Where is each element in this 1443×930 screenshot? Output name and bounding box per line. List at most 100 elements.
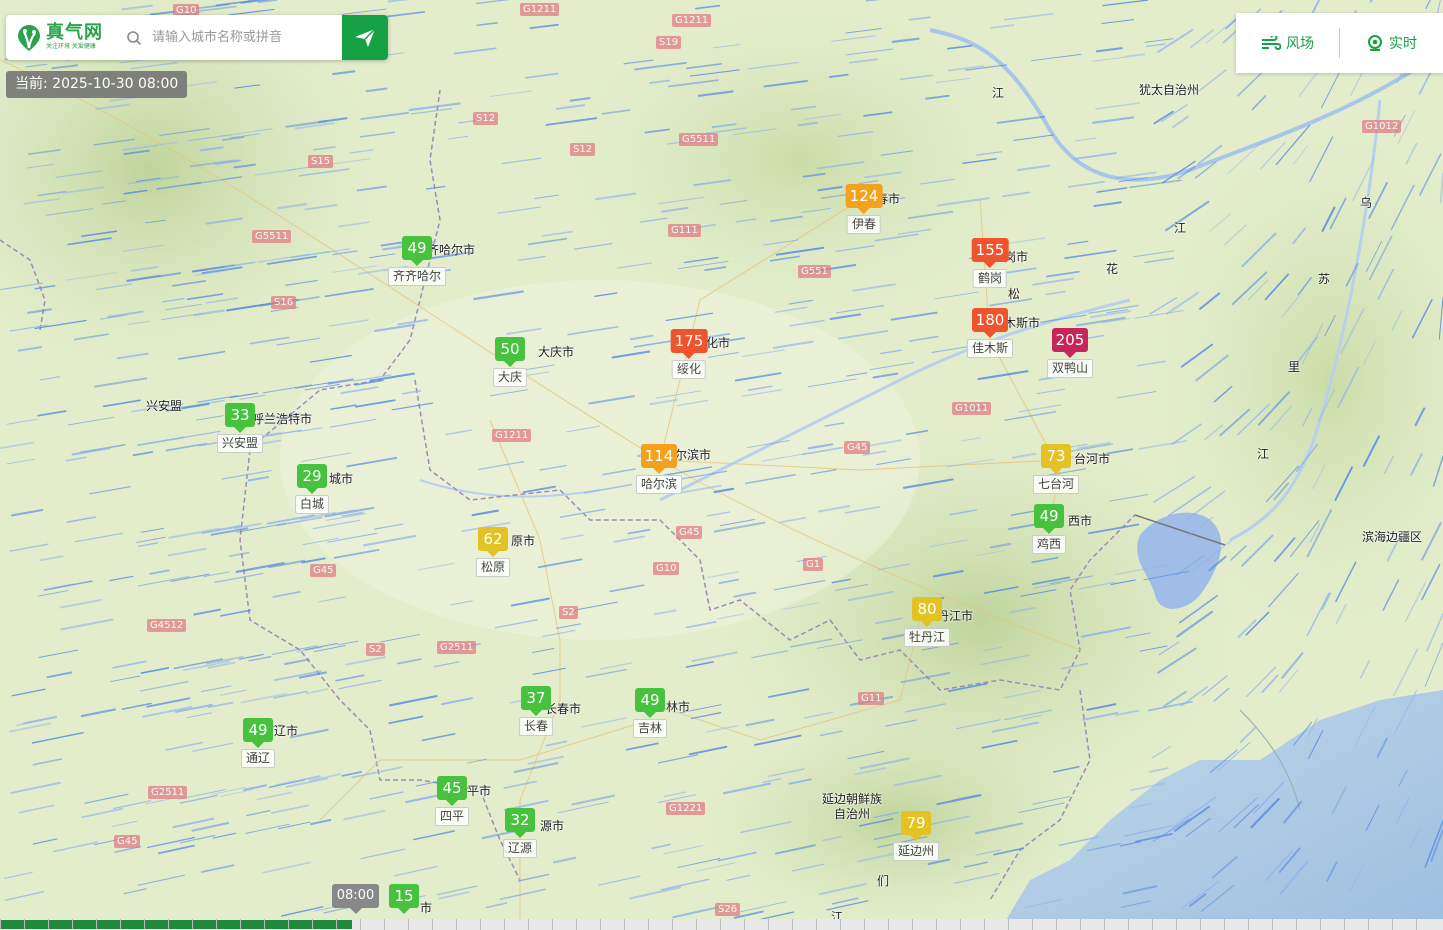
- road-shield: G1221: [666, 802, 706, 815]
- timeline-tick: [624, 919, 625, 930]
- timeline-tick: [72, 919, 73, 930]
- timeline-tick: [888, 919, 889, 930]
- aqi-marker[interactable]: 114 哈尔滨: [635, 444, 683, 494]
- aqi-city-name: 四平: [434, 807, 470, 826]
- realtime-label: 实时: [1389, 36, 1417, 52]
- timeline-tick: [504, 919, 505, 930]
- timeline-tick: [240, 919, 241, 930]
- aqi-city-name: 辽源: [502, 839, 538, 858]
- aqi-value: 32: [504, 808, 535, 838]
- wind-field-button[interactable]: 风场: [1236, 28, 1339, 58]
- aqi-marker[interactable]: 49 齐齐哈尔: [387, 236, 447, 286]
- aqi-city-name: 吉林: [632, 719, 668, 738]
- timeline-tick: [744, 919, 745, 930]
- place-label: 市: [420, 901, 433, 915]
- layer-controls: 风场 实时: [1236, 13, 1443, 73]
- aqi-marker[interactable]: 45 四平: [434, 776, 470, 826]
- place-label: 台河市: [1074, 452, 1111, 466]
- road-shield: G45: [844, 441, 871, 454]
- aqi-city-name: 哈尔滨: [635, 475, 683, 494]
- aqi-city-name: 通辽: [240, 749, 276, 768]
- aqi-value: 29: [296, 464, 327, 494]
- timeline-tick: [1008, 919, 1009, 930]
- logo[interactable]: 真气网 关注环境 关爱健康: [6, 15, 116, 60]
- aqi-value: 49: [401, 236, 432, 266]
- timeline-tick: [792, 919, 793, 930]
- road-shield: G1012: [1362, 120, 1402, 133]
- aqi-marker[interactable]: 62 松原: [475, 527, 511, 577]
- timeline-tick: [1248, 919, 1249, 930]
- road-shield: G11: [858, 692, 885, 705]
- timeline-tick: [312, 919, 313, 930]
- timeline-tick: [1320, 919, 1321, 930]
- aqi-marker[interactable]: 49 通辽: [240, 718, 276, 768]
- road-shield: G1211: [492, 429, 532, 442]
- aqi-value: 49: [1033, 504, 1064, 534]
- timeline-tick: [1344, 919, 1345, 930]
- aqi-value: 79: [900, 811, 931, 841]
- aqi-marker[interactable]: 50 大庆: [492, 337, 528, 387]
- aqi-marker[interactable]: 15: [389, 884, 419, 914]
- timeline-bar[interactable]: [0, 919, 1443, 930]
- road-shield: S15: [308, 155, 334, 168]
- timeline-tick: [1368, 919, 1369, 930]
- aqi-city-name: 双鸭山: [1046, 359, 1094, 378]
- timeline-tick: [48, 919, 49, 930]
- place-label: 林市: [666, 700, 691, 714]
- timeline-tick: [768, 919, 769, 930]
- road-shield: S12: [473, 112, 499, 125]
- timeline-tick: [672, 919, 673, 930]
- timeline-cursor[interactable]: 08:00: [332, 884, 379, 914]
- road-shield: G10: [653, 562, 680, 575]
- wind-field-label: 风场: [1286, 36, 1314, 52]
- timeline-tick: [1296, 919, 1297, 930]
- aqi-city-name: 白城: [294, 495, 330, 514]
- aqi-value: 45: [436, 776, 467, 806]
- map-canvas[interactable]: [0, 0, 1443, 930]
- aqi-marker[interactable]: 175 绥化: [670, 329, 708, 379]
- aqi-value: 80: [911, 597, 942, 627]
- aqi-marker[interactable]: 33 兴安盟: [216, 403, 264, 453]
- aqi-marker[interactable]: 37 长春: [518, 686, 554, 736]
- timeline-tick: [1392, 919, 1393, 930]
- aqi-marker[interactable]: 180 佳木斯: [966, 308, 1014, 358]
- timeline-tick: [1224, 919, 1225, 930]
- timeline-tick: [480, 919, 481, 930]
- aqi-marker[interactable]: 79 延边州: [892, 811, 940, 861]
- realtime-button[interactable]: 实时: [1340, 28, 1443, 58]
- aqi-marker[interactable]: 32 辽源: [502, 808, 538, 858]
- aqi-marker[interactable]: 205 双鸭山: [1046, 328, 1094, 378]
- timeline-tick: [984, 919, 985, 930]
- brand-slogan: 关注环境 关爱健康: [46, 43, 96, 50]
- aqi-marker[interactable]: 29 白城: [294, 464, 330, 514]
- place-label: 花: [1106, 262, 1119, 276]
- road-shield: G2511: [148, 786, 188, 799]
- aqi-marker[interactable]: 80 牡丹江: [903, 597, 951, 647]
- aqi-marker[interactable]: 73 七台河: [1032, 444, 1080, 494]
- timeline-tick: [936, 919, 937, 930]
- aqi-marker[interactable]: 49 吉林: [632, 688, 668, 738]
- timeline-tick: [816, 919, 817, 930]
- timeline-tick: [528, 919, 529, 930]
- aqi-city-name: 鸡西: [1031, 535, 1067, 554]
- place-label: 源市: [540, 819, 565, 833]
- aqi-city-name: 七台河: [1032, 475, 1080, 494]
- aqi-value: 37: [520, 686, 551, 716]
- timeline-tick: [168, 919, 169, 930]
- aqi-city-name: 绥化: [671, 360, 707, 379]
- aqi-city-name: 齐齐哈尔: [387, 267, 447, 286]
- aqi-marker[interactable]: 124 伊春: [845, 184, 883, 234]
- road-shield: G1: [803, 558, 824, 571]
- aqi-marker[interactable]: 155 鹤岗: [971, 238, 1009, 288]
- search-input[interactable]: [150, 29, 334, 46]
- search-submit-button[interactable]: [342, 15, 388, 60]
- road-shield: G551: [798, 265, 831, 278]
- place-label: 城市: [329, 472, 354, 486]
- timeline-tick: [552, 919, 553, 930]
- aqi-value: 114: [640, 444, 678, 474]
- timeline-progress: [0, 920, 352, 929]
- road-shield: S16: [271, 296, 297, 309]
- aqi-value: 15: [389, 884, 419, 914]
- timeline-tick: [456, 919, 457, 930]
- aqi-marker[interactable]: 49 鸡西: [1031, 504, 1067, 554]
